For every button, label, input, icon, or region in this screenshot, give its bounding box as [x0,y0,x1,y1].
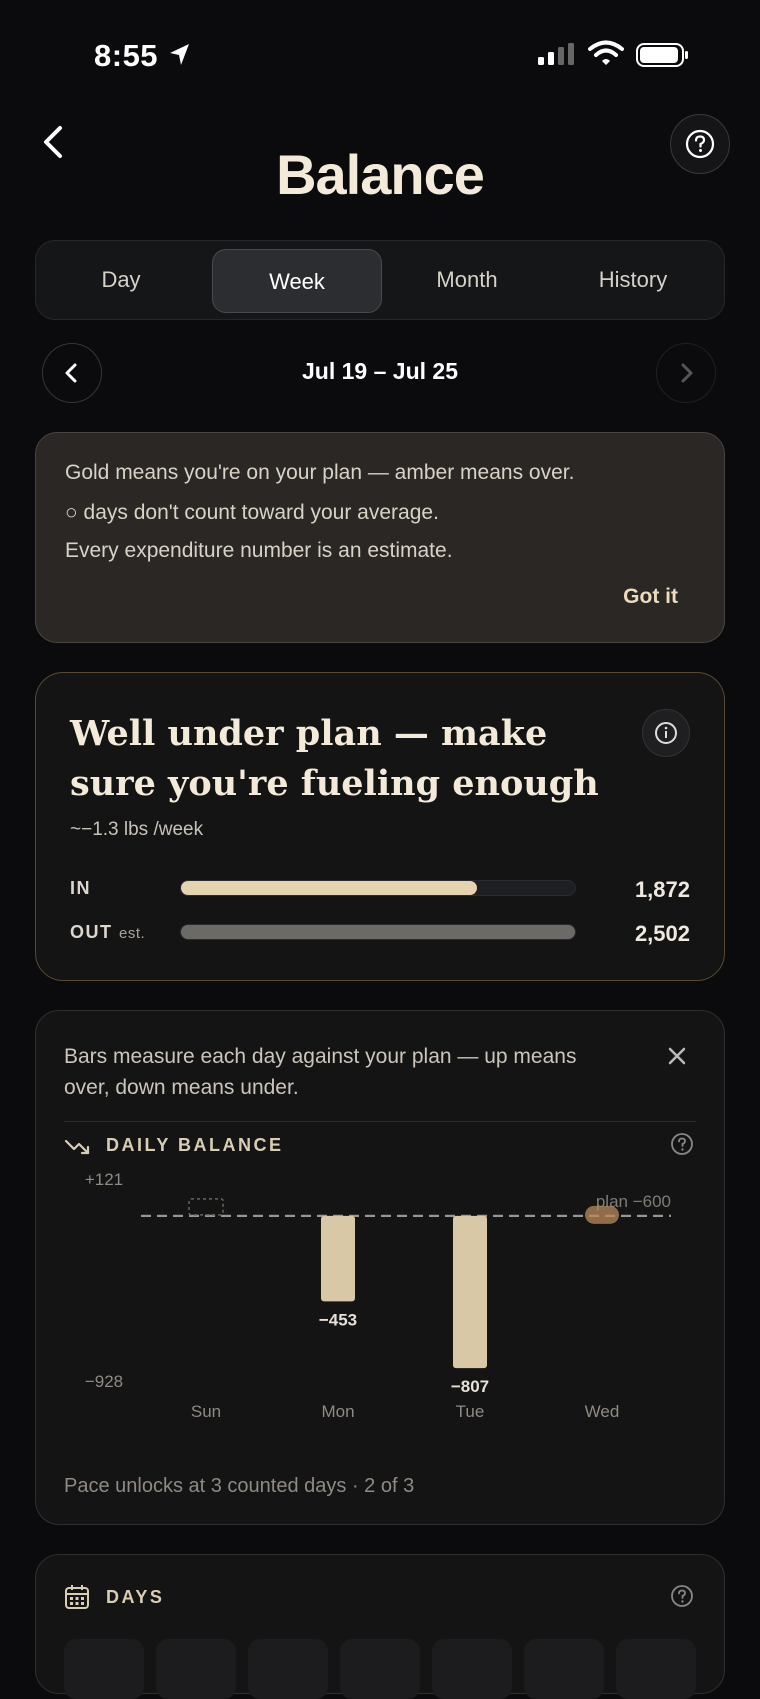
location-arrow-icon [170,44,189,65]
days-card: DAYS [35,1554,725,1699]
out-bar-fill [181,925,575,939]
y-axis-min-label: −928 [85,1372,123,1391]
next-week-button[interactable] [656,343,716,403]
tip-line: Every expenditure number is an estimate. [65,539,453,562]
bar-value-label: −807 [451,1377,489,1396]
close-icon[interactable] [664,1043,690,1069]
tab-history[interactable]: History [548,241,718,319]
day-chip[interactable] [156,1639,236,1699]
x-axis-label: Sun [191,1402,221,1421]
status-time: 8:55 [94,38,159,73]
wifi-icon [588,40,624,65]
out-label: OUT [70,922,113,942]
weight-rate: ~−1.3 lbs /week [70,819,204,840]
days-title: DAYS [106,1587,165,1607]
date-range: Jul 19 – Jul 25 [302,358,458,384]
y-axis-max-label: +121 [85,1170,123,1189]
day-chip[interactable] [616,1639,696,1699]
in-bar-fill [181,881,477,895]
period-tabs: Day Week Month History [35,240,725,320]
info-icon [655,722,677,744]
in-value: 1,872 [634,877,690,902]
balance-bar [321,1215,355,1302]
balance-bar [453,1215,487,1369]
day-chip[interactable] [340,1639,420,1699]
in-label: IN [70,878,91,898]
day-chip[interactable] [432,1639,512,1699]
out-value: 2,502 [634,921,690,946]
tip-line: Gold means you're on your plan — amber m… [65,461,575,484]
calendar-icon [65,1585,89,1609]
page-title: Balance [276,143,485,206]
bar-value-label: −453 [319,1310,357,1329]
uncounted-day-marker [188,1198,224,1216]
day-chip[interactable] [524,1639,604,1699]
daily-balance-title: DAILY BALANCE [106,1135,284,1155]
trend-down-icon [64,1139,90,1155]
chevron-right-icon [681,363,693,383]
got-it-button[interactable]: Got it [623,585,678,609]
question-circle-icon[interactable] [670,1132,694,1156]
cellular-signal-icon [538,43,574,65]
battery-icon [636,43,688,67]
daily-balance-chart: +121−928plan −600Sun−453Mon−807Tue Wed [85,1170,671,1421]
weekly-summary-card: Well under plan — make sure you're fueli… [35,672,725,981]
legend-tip-card: Gold means you're on your plan — amber m… [35,432,725,643]
out-bar-track [180,924,576,940]
tab-week[interactable]: Week [212,249,382,313]
tab-day[interactable]: Day [36,241,206,319]
x-axis-label: Tue [456,1402,485,1421]
pace-note: Pace unlocks at 3 counted days · 2 of 3 [64,1475,415,1497]
day-chip[interactable] [248,1639,328,1699]
in-bar-track [180,880,576,896]
x-axis-label: Wed [585,1402,620,1421]
summary-headline: Well under plan — make sure you're fueli… [70,713,599,804]
daily-balance-description: Bars measure each day against your plan … [64,1045,577,1099]
x-axis-label: Mon [321,1402,354,1421]
summary-info-button[interactable] [642,709,690,757]
tip-line: ○ days don't count toward your average. [65,501,439,524]
out-estimate-suffix: est. [119,925,146,942]
question-circle-icon[interactable] [670,1584,694,1608]
day-chip[interactable] [64,1639,144,1699]
out-label-group: OUT est. [70,922,145,943]
daily-balance-card: Bars measure each day against your plan … [35,1010,725,1525]
divider [64,1121,696,1122]
tab-month[interactable]: Month [382,241,552,319]
pending-day-marker [585,1205,619,1224]
